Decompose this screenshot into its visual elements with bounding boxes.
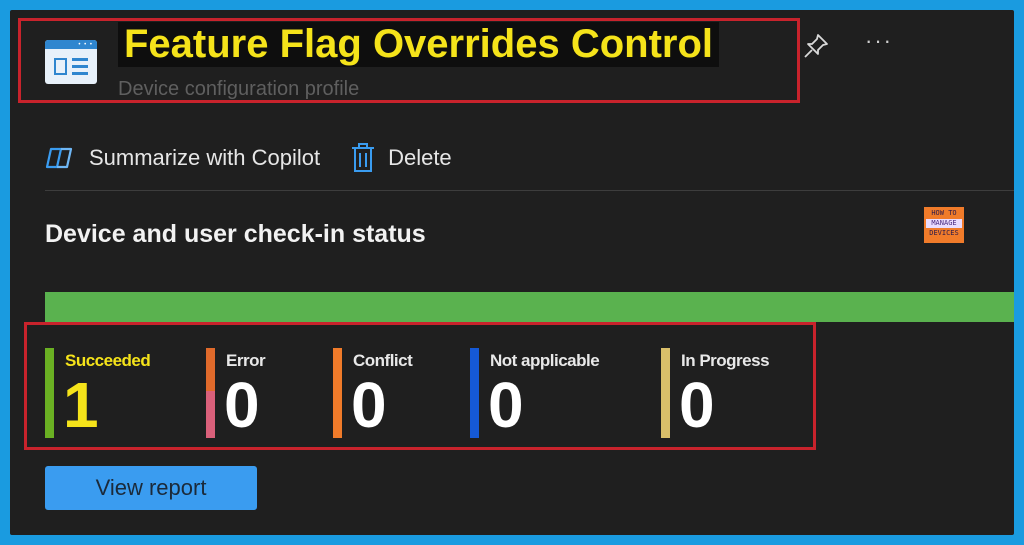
command-bar: Summarize with Copilot Delete bbox=[45, 138, 482, 178]
check-in-status-bar bbox=[45, 292, 1014, 322]
stat-value: 0 bbox=[224, 369, 260, 441]
section-title: Device and user check-in status bbox=[45, 220, 426, 248]
stat-accent bbox=[45, 348, 54, 438]
stat-accent bbox=[470, 348, 479, 438]
stat-label: Succeeded bbox=[65, 351, 151, 370]
summarize-copilot-label: Summarize with Copilot bbox=[89, 145, 321, 170]
delete-label: Delete bbox=[388, 145, 452, 170]
logo-line-2: MANAGE bbox=[926, 219, 962, 228]
stat-label: Conflict bbox=[353, 351, 413, 370]
stat-value: 1 bbox=[63, 369, 99, 441]
page-title: Feature Flag Overrides Control bbox=[118, 22, 720, 67]
trash-icon bbox=[352, 143, 375, 172]
stat-label: In Progress bbox=[681, 351, 770, 370]
stat-value: 0 bbox=[679, 369, 715, 441]
profile-panel: • • • Feature Flag Overrides Control Dev… bbox=[10, 10, 1014, 535]
stat-label: Not applicable bbox=[490, 351, 600, 370]
stat-accent bbox=[333, 348, 342, 438]
stat-value: 0 bbox=[488, 369, 524, 441]
stat-accent bbox=[206, 348, 215, 438]
page-subtitle: Device configuration profile bbox=[118, 78, 360, 100]
device-profile-icon: • • • bbox=[45, 40, 97, 84]
summarize-copilot-button[interactable]: Summarize with Copilot bbox=[45, 143, 320, 173]
stat-accent bbox=[661, 348, 670, 438]
stat-value: 0 bbox=[351, 369, 387, 441]
more-options-icon[interactable]: ··· bbox=[865, 28, 893, 54]
copilot-icon bbox=[45, 147, 73, 169]
stat-label: Error bbox=[226, 351, 266, 370]
pin-icon[interactable] bbox=[802, 32, 830, 60]
delete-button[interactable]: Delete bbox=[350, 142, 452, 174]
how-to-manage-devices-logo: HOW TO MANAGE DEVICES bbox=[924, 207, 964, 243]
view-report-button[interactable]: View report bbox=[45, 466, 257, 510]
logo-line-3: DEVICES bbox=[929, 229, 959, 237]
divider bbox=[45, 190, 1014, 191]
logo-line-1: HOW TO bbox=[931, 209, 957, 217]
